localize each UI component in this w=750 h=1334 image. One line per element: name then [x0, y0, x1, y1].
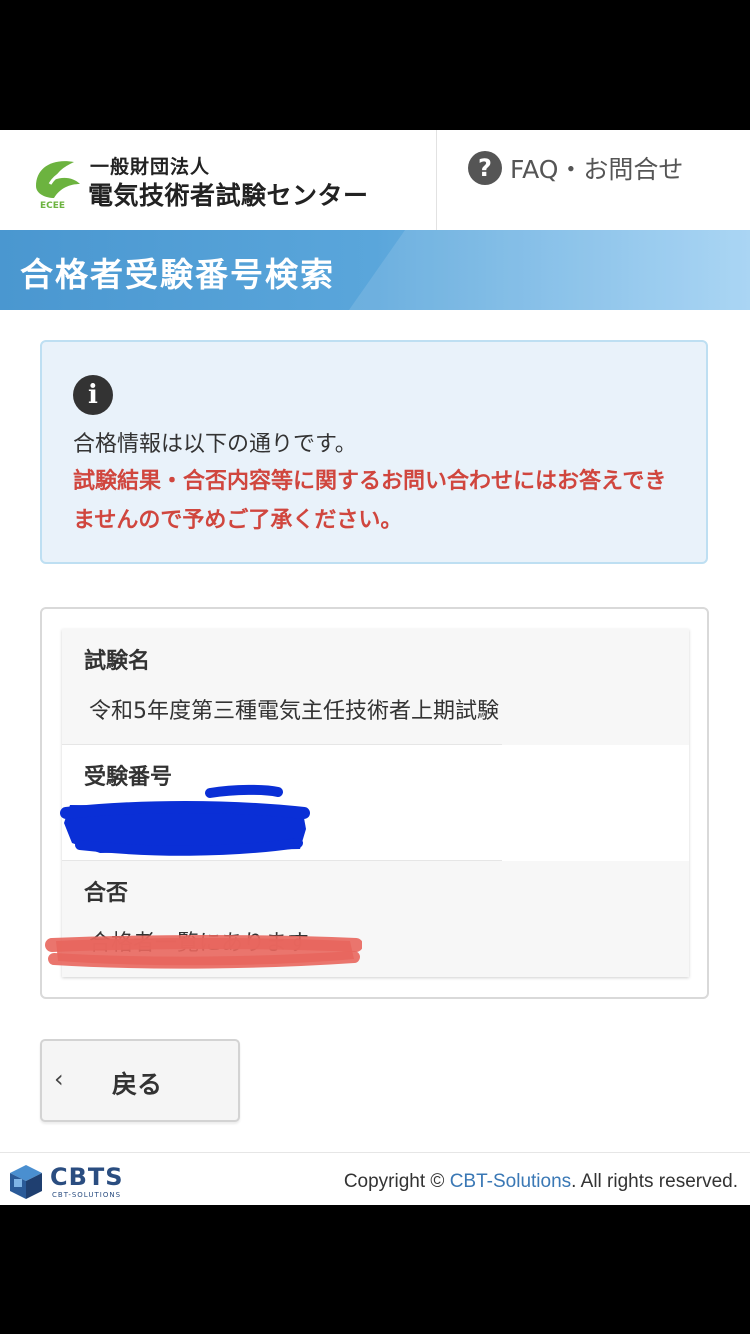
page-title: 合格者受験番号検索	[20, 255, 335, 294]
cbts-logo[interactable]: CBTS CBT-SOLUTIONS	[8, 1161, 158, 1203]
info-alert: i 合格情報は以下の通りです。 試験結果・合否内容等に関するお問い合わせにはお答…	[40, 340, 708, 564]
exam-number-row: 受験番号	[60, 745, 689, 861]
result-card: 試験名 令和5年度第三種電気主任技術者上期試験 受験番号 合否 合格者一覧にあり…	[60, 629, 689, 977]
ecee-logo-icon: ECEE	[36, 161, 80, 210]
info-text: 合格情報は以下の通りです。	[73, 432, 357, 457]
back-label: 戻る	[112, 1070, 163, 1099]
info-icon: i	[73, 375, 113, 415]
page-title-bar: 合格者受験番号検索	[0, 230, 750, 310]
copyright-suffix: . All rights reserved.	[571, 1171, 738, 1192]
exam-name-row: 試験名 令和5年度第三種電気主任技術者上期試験	[62, 629, 689, 745]
cube-icon	[10, 1165, 42, 1199]
exam-name-label: 試験名	[84, 649, 151, 674]
pass-fail-label: 合否	[84, 881, 129, 906]
highlight-marker	[45, 935, 362, 969]
faq-label: FAQ・お問合せ	[510, 155, 684, 184]
result-panel: 試験名 令和5年度第三種電気主任技術者上期試験 受験番号 合否 合格者一覧にあり…	[40, 607, 709, 999]
site-header: ECEE 一般財団法人 電気技術者試験センター ? FAQ・お問合せ	[0, 130, 750, 231]
footer-brand: CBTS	[50, 1163, 124, 1191]
header-divider	[436, 130, 437, 230]
info-warning: 試験結果・合否内容等に関するお問い合わせにはお答えできませんので予めご了承くださ…	[73, 469, 667, 533]
chevron-left-icon: ‹	[54, 1065, 64, 1093]
cbt-solutions-link[interactable]: CBT-Solutions	[450, 1171, 571, 1192]
site-footer: CBTS CBT-SOLUTIONS Copyright © CBT-Solut…	[0, 1152, 750, 1205]
logo-mark-text: ECEE	[40, 201, 65, 210]
site-logo[interactable]: ECEE 一般財団法人 電気技術者試験センター	[30, 152, 430, 212]
back-button[interactable]: ‹ 戻る	[40, 1039, 240, 1122]
org-name: 電気技術者試験センター	[88, 181, 369, 210]
footer-brand-sub: CBT-SOLUTIONS	[52, 1191, 122, 1199]
question-circle-icon: ?	[468, 151, 502, 185]
org-type-label: 一般財団法人	[90, 156, 211, 178]
copyright-text: Copyright © CBT-Solutions. All rights re…	[344, 1171, 738, 1193]
exam-name-value: 令和5年度第三種電気主任技術者上期試験	[89, 699, 499, 724]
copyright-prefix: Copyright ©	[343, 1171, 450, 1192]
page: ECEE 一般財団法人 電気技術者試験センター ? FAQ・お問合せ 合格者受験…	[0, 130, 750, 1205]
faq-link[interactable]: ? FAQ・お問合せ	[468, 148, 683, 188]
redaction-scribble	[60, 784, 310, 856]
